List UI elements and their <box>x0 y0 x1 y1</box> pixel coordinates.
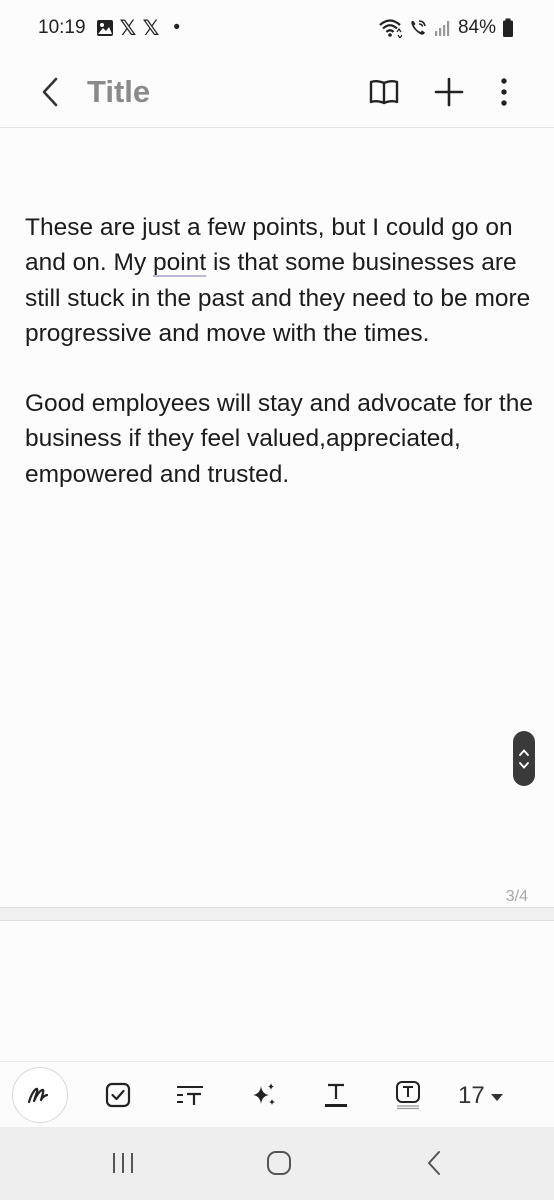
handwriting-pen-icon <box>27 1087 49 1104</box>
status-time: 10:19 <box>38 17 86 38</box>
gallery-icon <box>96 19 114 37</box>
x-icon: 𝕏 <box>119 16 137 40</box>
battery-percent: 84% <box>457 17 496 38</box>
sparkle-icon <box>253 1083 275 1105</box>
chevron-left-icon <box>42 77 58 107</box>
font-size-selector[interactable]: 17 <box>458 1076 503 1116</box>
font-size-value: 17 <box>458 1082 485 1109</box>
add-button[interactable] <box>425 68 473 116</box>
page-divider <box>0 907 554 921</box>
recent-apps-icon <box>113 1153 133 1173</box>
dropdown-arrow-icon <box>490 1093 503 1101</box>
page-indicator: 3/4 <box>505 888 528 905</box>
note-paragraph: These are just a few points, but I could… <box>25 210 535 351</box>
system-back-button[interactable] <box>404 1141 464 1185</box>
reading-mode-button[interactable] <box>360 68 408 116</box>
checkbox-icon <box>105 1082 131 1108</box>
note-title[interactable]: Title <box>87 70 150 114</box>
home-icon <box>267 1151 291 1175</box>
book-icon <box>369 80 399 105</box>
home-button[interactable] <box>249 1141 309 1185</box>
status-right: 84% <box>378 17 514 39</box>
text-highlight-button[interactable] <box>380 1067 436 1123</box>
checklist-button[interactable] <box>90 1067 146 1123</box>
status-bar: 10:19 𝕏 𝕏 • 84% <box>0 0 554 56</box>
text-color-icon <box>325 1083 347 1107</box>
note-body[interactable]: These are just a few points, but I could… <box>25 210 535 527</box>
plus-icon <box>434 77 464 107</box>
text-format-icon <box>177 1086 203 1105</box>
editing-toolbar: 17 <box>0 1061 554 1127</box>
more-options-button[interactable] <box>480 68 528 116</box>
signal-icon <box>434 19 452 37</box>
recent-apps-button[interactable] <box>93 1141 153 1185</box>
text-box-icon <box>396 1081 420 1110</box>
text-color-button[interactable] <box>308 1067 364 1123</box>
battery-icon <box>502 18 514 38</box>
app-bar: Title <box>0 56 554 128</box>
wifi-icon <box>378 18 402 38</box>
note-paragraph: Good employees will stay and advocate fo… <box>25 390 533 488</box>
x-icon: 𝕏 <box>142 16 160 40</box>
chevron-down-icon <box>519 761 529 769</box>
handwriting-button[interactable] <box>12 1067 68 1123</box>
back-chevron-icon <box>427 1151 440 1175</box>
system-navigation-bar <box>0 1127 554 1200</box>
ai-assist-button[interactable] <box>236 1067 292 1123</box>
text-style-button[interactable] <box>162 1067 218 1123</box>
scroll-handle[interactable] <box>513 731 535 786</box>
more-vertical-icon <box>501 78 507 106</box>
back-button[interactable] <box>30 68 70 116</box>
spellcheck-underlined-word[interactable]: point <box>153 249 206 276</box>
chevron-up-icon <box>519 748 529 756</box>
status-left: 10:19 𝕏 𝕏 • <box>38 17 180 39</box>
wifi-calling-icon <box>408 18 428 38</box>
dot-icon: • <box>173 17 181 38</box>
